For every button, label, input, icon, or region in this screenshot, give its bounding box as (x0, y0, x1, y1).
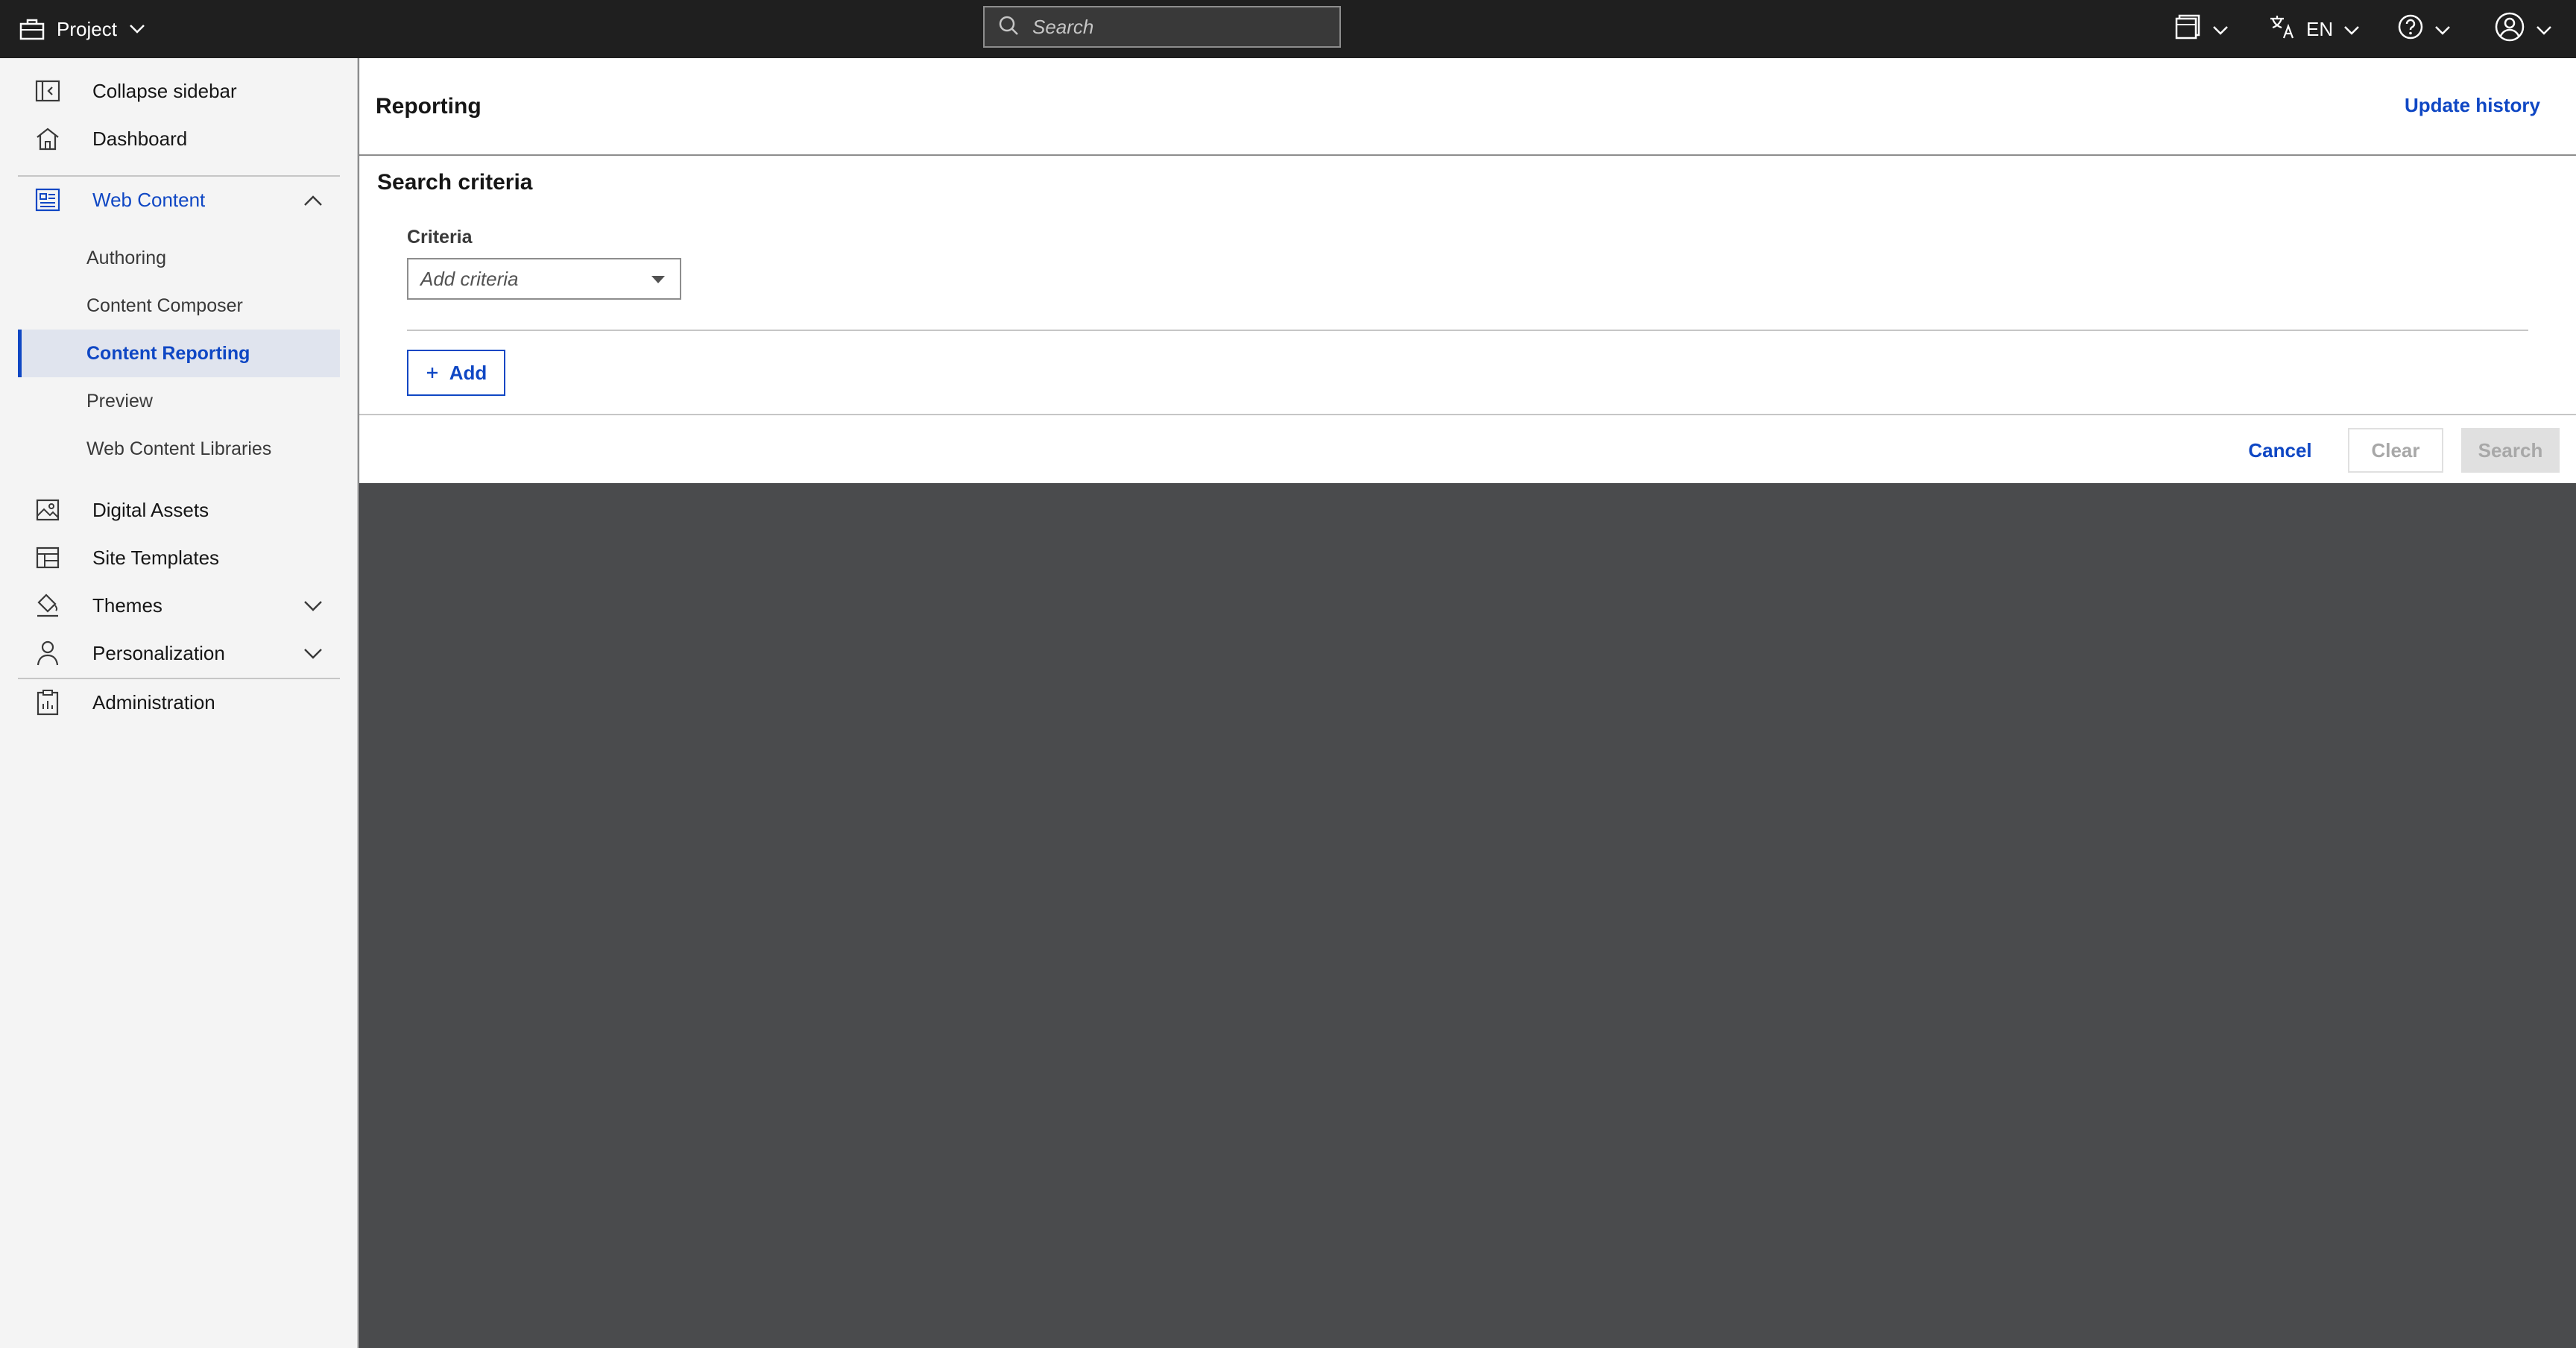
sidebar-item-administration[interactable]: Administration (18, 678, 340, 726)
sidebar-item-personalization[interactable]: Personalization (18, 629, 340, 677)
search-button[interactable]: Search (2461, 428, 2560, 473)
sidebar-item-label: Personalization (92, 641, 225, 664)
sidebar-item-label: Web Content (92, 188, 206, 211)
chevron-down-icon (2343, 18, 2360, 41)
plus-icon (426, 362, 439, 385)
sidebar-item-label: Site Templates (92, 546, 220, 569)
sidebar-item-label: Themes (92, 593, 162, 617)
criteria-select[interactable]: Add criteria (407, 258, 681, 300)
user-avatar-icon (2494, 11, 2525, 48)
sidebar-item-label: Administration (92, 690, 215, 714)
sidebar-item-label: Digital Assets (92, 498, 209, 521)
chevron-down-icon (2536, 18, 2552, 41)
user-menu[interactable] (2494, 0, 2552, 58)
caret-down-icon (651, 276, 665, 283)
section-title: Search criteria (377, 170, 533, 195)
modal-backdrop (359, 483, 2576, 1348)
project-switcher[interactable]: Project (19, 0, 145, 58)
chevron-down-icon (2434, 18, 2451, 41)
sidebar-subitem-preview[interactable]: Preview (18, 377, 340, 425)
home-icon (33, 124, 63, 154)
translate-icon (2269, 14, 2296, 45)
template-icon (33, 543, 63, 573)
sidebar-item-dashboard[interactable]: Dashboard (18, 115, 340, 163)
sidebar-subitem-label: Authoring (86, 247, 167, 268)
sidebar: Collapse sidebar Dashboard Web Content A… (0, 58, 359, 1348)
sidebar-subitem-authoring[interactable]: Authoring (18, 234, 340, 282)
briefcase-icon (19, 18, 45, 40)
chevron-down-icon (129, 24, 145, 34)
sidebar-item-label: Dashboard (92, 127, 188, 150)
sidebar-subitem-content-composer[interactable]: Content Composer (18, 282, 340, 330)
collapse-sidebar-icon (33, 76, 63, 106)
clipboard-icon (33, 687, 63, 717)
global-search[interactable] (983, 6, 1341, 48)
collapse-sidebar-label: Collapse sidebar (92, 79, 237, 102)
criteria-select-placeholder: Add criteria (420, 267, 519, 290)
sidebar-subitem-label: Content Composer (86, 295, 243, 316)
search-icon (998, 15, 1019, 40)
sidebar-item-themes[interactable]: Themes (18, 582, 340, 629)
paint-bucket-icon (33, 590, 63, 620)
update-history-link[interactable]: Update history (2405, 94, 2540, 117)
language-menu[interactable]: EN (2269, 0, 2360, 58)
criteria-divider (407, 330, 2528, 331)
sidebar-item-digital-assets[interactable]: Digital Assets (18, 486, 340, 534)
clear-button[interactable]: Clear (2348, 428, 2443, 473)
sidebar-item-site-templates[interactable]: Site Templates (18, 534, 340, 582)
chevron-down-icon (303, 643, 323, 666)
page-title: Reporting (376, 94, 482, 119)
add-criteria-button[interactable]: Add (407, 350, 505, 396)
sidebar-subitem-label: Preview (86, 390, 153, 412)
cancel-button[interactable]: Cancel (2236, 428, 2324, 473)
workspace-icon (2175, 14, 2202, 45)
collapse-sidebar-button[interactable]: Collapse sidebar (18, 67, 340, 115)
add-button-label: Add (449, 361, 487, 384)
reporting-panel: Reporting Update history Search criteria… (359, 58, 2576, 483)
search-input[interactable] (1032, 15, 1316, 39)
chevron-down-icon (303, 595, 323, 618)
user-icon (33, 638, 63, 668)
sidebar-subitem-content-reporting[interactable]: Content Reporting (18, 330, 340, 377)
footer-divider (359, 414, 2576, 415)
top-bar: Project EN (0, 0, 2576, 58)
language-label: EN (2306, 17, 2334, 40)
image-icon (33, 495, 63, 525)
sidebar-subitem-web-content-libraries[interactable]: Web Content Libraries (18, 425, 340, 473)
help-menu[interactable] (2397, 0, 2451, 58)
sidebar-subitem-label: Web Content Libraries (86, 438, 272, 459)
project-label: Project (57, 17, 117, 40)
help-icon (2397, 13, 2424, 45)
sidebar-subitem-label: Content Reporting (86, 342, 250, 364)
chevron-up-icon (303, 189, 323, 212)
workspace-menu[interactable] (2175, 0, 2229, 58)
criteria-label: Criteria (407, 227, 473, 248)
chevron-down-icon (2212, 18, 2229, 41)
sidebar-item-web-content[interactable]: Web Content (18, 176, 340, 224)
web-content-icon (33, 185, 63, 215)
header-divider (359, 154, 2576, 156)
